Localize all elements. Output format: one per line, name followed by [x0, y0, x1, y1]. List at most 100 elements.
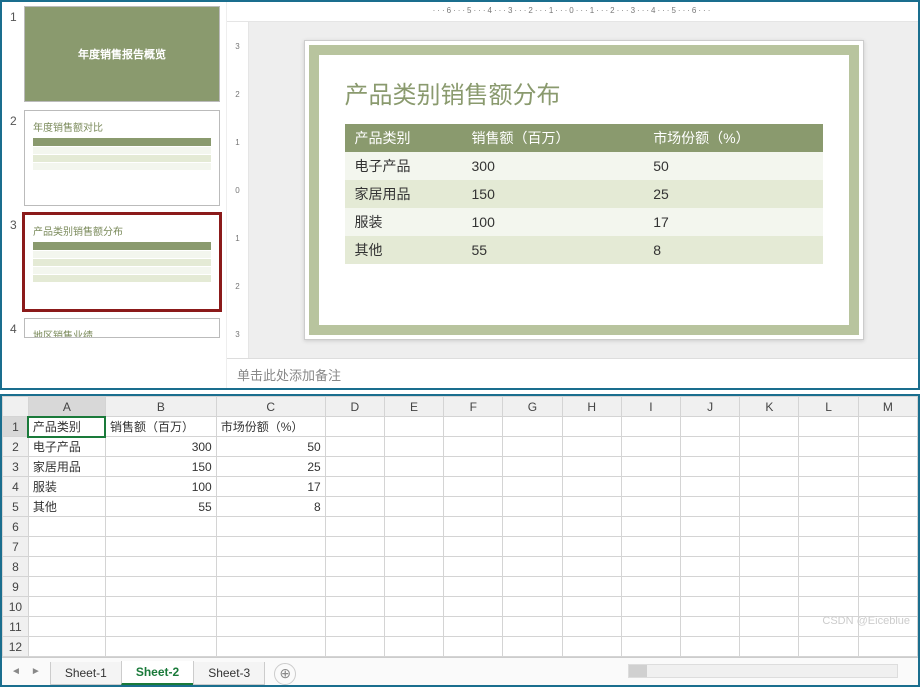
cell[interactable]	[216, 597, 325, 617]
cell[interactable]	[105, 577, 216, 597]
cell[interactable]	[28, 517, 105, 537]
cell[interactable]	[384, 637, 443, 657]
table-cell[interactable]: 50	[643, 152, 822, 180]
cell[interactable]	[384, 617, 443, 637]
cell[interactable]	[799, 457, 858, 477]
cell[interactable]	[621, 557, 680, 577]
col-header[interactable]: H	[562, 397, 621, 417]
cell[interactable]	[858, 637, 917, 657]
cell[interactable]	[325, 517, 384, 537]
cell[interactable]: 家居用品	[28, 457, 105, 477]
row-header[interactable]: 5	[3, 497, 29, 517]
row-header[interactable]: 3	[3, 457, 29, 477]
table-cell[interactable]: 17	[643, 208, 822, 236]
cell[interactable]	[325, 457, 384, 477]
cell[interactable]	[444, 577, 503, 597]
cell[interactable]	[28, 557, 105, 577]
cell[interactable]	[621, 617, 680, 637]
cell[interactable]	[621, 477, 680, 497]
cell[interactable]	[503, 517, 562, 537]
cell[interactable]	[216, 577, 325, 597]
cell[interactable]	[503, 557, 562, 577]
col-header[interactable]: G	[503, 397, 562, 417]
col-header[interactable]: F	[444, 397, 503, 417]
cell[interactable]	[562, 637, 621, 657]
cell[interactable]	[681, 557, 740, 577]
table-cell[interactable]: 150	[462, 180, 644, 208]
col-header[interactable]: I	[621, 397, 680, 417]
horizontal-scrollbar[interactable]	[628, 664, 898, 678]
cell[interactable]	[621, 597, 680, 617]
cell[interactable]	[799, 537, 858, 557]
cell[interactable]	[858, 537, 917, 557]
new-sheet-icon[interactable]: ⊕	[274, 663, 296, 685]
cell[interactable]	[681, 457, 740, 477]
cell[interactable]	[562, 557, 621, 577]
cell[interactable]	[562, 497, 621, 517]
col-header[interactable]: M	[858, 397, 917, 417]
cell[interactable]	[503, 597, 562, 617]
cell[interactable]	[503, 637, 562, 657]
cell[interactable]	[384, 577, 443, 597]
slide-thumb-1[interactable]: 年度销售报告概览	[24, 6, 220, 102]
cell[interactable]	[740, 477, 799, 497]
cell[interactable]	[799, 517, 858, 537]
cell[interactable]	[444, 497, 503, 517]
cell[interactable]	[216, 517, 325, 537]
cell[interactable]	[444, 537, 503, 557]
row-header[interactable]: 1	[3, 417, 29, 437]
spreadsheet-grid[interactable]: A B C D E F G H I J K L M 1产品类别销售额（百万）市场…	[2, 396, 918, 657]
cell[interactable]	[105, 537, 216, 557]
cell[interactable]	[503, 477, 562, 497]
cell[interactable]	[216, 637, 325, 657]
cell[interactable]: 其他	[28, 497, 105, 517]
cell[interactable]	[681, 597, 740, 617]
cell[interactable]	[325, 597, 384, 617]
cell[interactable]	[740, 577, 799, 597]
select-all-corner[interactable]	[3, 397, 29, 417]
cell[interactable]: 50	[216, 437, 325, 457]
cell[interactable]	[799, 417, 858, 437]
cell[interactable]	[799, 477, 858, 497]
cell[interactable]	[28, 577, 105, 597]
cell[interactable]	[562, 577, 621, 597]
cell[interactable]	[444, 557, 503, 577]
cell[interactable]: 100	[105, 477, 216, 497]
cell[interactable]	[444, 517, 503, 537]
cell[interactable]	[740, 617, 799, 637]
cell[interactable]	[444, 637, 503, 657]
cell[interactable]	[325, 417, 384, 437]
cell[interactable]	[562, 477, 621, 497]
cell[interactable]: 销售额（百万）	[105, 417, 216, 437]
col-header[interactable]: A	[28, 397, 105, 417]
col-header[interactable]: K	[740, 397, 799, 417]
table-header[interactable]: 销售额（百万）	[462, 124, 644, 152]
cell[interactable]	[681, 637, 740, 657]
cell[interactable]	[384, 497, 443, 517]
cell[interactable]	[503, 577, 562, 597]
cell[interactable]	[740, 417, 799, 437]
cell[interactable]	[105, 637, 216, 657]
cell[interactable]	[325, 497, 384, 517]
cell[interactable]	[799, 577, 858, 597]
cell[interactable]	[216, 617, 325, 637]
cell[interactable]: 17	[216, 477, 325, 497]
slide-thumb-2[interactable]: 年度销售额对比	[24, 110, 220, 206]
cell[interactable]	[444, 417, 503, 437]
cell[interactable]	[681, 417, 740, 437]
cell[interactable]	[384, 477, 443, 497]
cell[interactable]	[621, 497, 680, 517]
cell[interactable]	[384, 417, 443, 437]
table-cell[interactable]: 电子产品	[345, 152, 462, 180]
cell[interactable]	[858, 477, 917, 497]
cell[interactable]	[799, 497, 858, 517]
cell[interactable]	[444, 437, 503, 457]
table-header[interactable]: 产品类别	[345, 124, 462, 152]
sheet-tab[interactable]: Sheet-1	[50, 662, 122, 685]
cell[interactable]: 300	[105, 437, 216, 457]
cell[interactable]	[562, 417, 621, 437]
cell[interactable]	[621, 537, 680, 557]
cell[interactable]	[384, 537, 443, 557]
cell[interactable]	[858, 557, 917, 577]
cell[interactable]	[799, 597, 858, 617]
